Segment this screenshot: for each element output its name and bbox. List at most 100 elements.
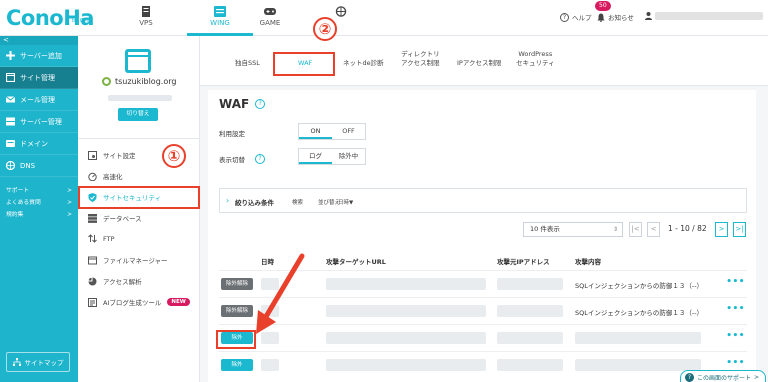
submenu-item-ai-blog-tool[interactable]: AIブログ生成ツール NEW: [88, 297, 190, 307]
page-support-button[interactable]: ? この画面のサポート >: [680, 370, 766, 382]
ftp-icon: [88, 234, 97, 243]
sidebar-item-dns[interactable]: DNS: [0, 155, 78, 177]
sitemap-icon: [12, 358, 21, 366]
submenu-item-database[interactable]: データベース: [88, 213, 142, 223]
chevron-right-icon: >: [67, 188, 72, 194]
url-blurred: [326, 278, 486, 290]
chevron-right-icon: >: [67, 212, 72, 218]
highlight-box-site-security: [78, 186, 200, 209]
setting-label: 利用設定: [219, 130, 245, 138]
dns-icon: [6, 161, 15, 170]
exclude-button[interactable]: 除外: [221, 359, 253, 371]
chevron-right-icon: >: [754, 373, 760, 381]
plus-icon: [6, 51, 15, 60]
settings-icon: [88, 150, 97, 160]
user-name-blurred[interactable]: [655, 12, 763, 20]
sidebar-item-site-management[interactable]: サイト管理: [0, 67, 78, 89]
tab-wordpress-security[interactable]: WordPress セキュリティ: [516, 50, 555, 68]
waf-on-off-toggle[interactable]: ON OFF: [298, 123, 366, 140]
filter-sort-label: 並び替え: [318, 200, 341, 206]
ip-blurred: [497, 332, 563, 344]
highlight-box-waf-tab: [273, 52, 335, 76]
url-blurred: [326, 359, 486, 371]
unexclude-button[interactable]: 除外解除: [221, 278, 253, 290]
sidebar-item-domain[interactable]: ドメイン: [0, 133, 78, 155]
pager-first-button[interactable]: |<: [629, 222, 642, 237]
sitemap-button[interactable]: サイトマップ: [6, 352, 70, 372]
pager-prev-button[interactable]: <: [647, 222, 660, 237]
logo-sub: by GMO: [72, 18, 92, 24]
content-blurred: [575, 359, 701, 371]
nav-tab-game[interactable]: GAME: [237, 0, 303, 36]
option-excluded[interactable]: 除外中: [332, 149, 365, 164]
ip-blurred: [497, 278, 563, 290]
notice-link[interactable]: お知らせ: [597, 12, 634, 22]
ip-blurred: [497, 305, 563, 317]
notice-count-badge: 50: [595, 1, 611, 11]
gamepad-icon: [264, 8, 276, 15]
status-dot-icon: [102, 77, 111, 86]
new-badge: NEW: [167, 298, 190, 306]
mail-icon: [6, 96, 15, 103]
filter-sort-value[interactable]: 日時▼: [338, 198, 353, 206]
per-page-select[interactable]: 10 件表示: [523, 222, 623, 237]
sidebar-item-mail-management[interactable]: メール管理: [0, 89, 78, 111]
site-subinfo-blurred: [108, 95, 172, 101]
tab-net-diagnosis[interactable]: ネットde診断: [343, 59, 384, 68]
url-blurred: [326, 332, 486, 344]
site-window-icon: [125, 49, 151, 73]
annotation-arrow: [256, 253, 305, 334]
sidebar-item-add-server[interactable]: サーバー追加: [0, 45, 78, 67]
filter-bar[interactable]: › 絞り込み条件 検索 並び替え 日時▼: [219, 188, 747, 213]
filter-search[interactable]: 検索: [292, 198, 303, 206]
ip-blurred: [497, 359, 563, 371]
more-icon[interactable]: •••: [726, 277, 745, 287]
nav-tab-vps[interactable]: VPS: [113, 0, 179, 36]
help-icon[interactable]: ?: [255, 99, 266, 109]
site-icon: [6, 73, 15, 82]
unexclude-button[interactable]: 除外解除: [221, 305, 253, 317]
submenu-item-speed[interactable]: 高速化: [88, 171, 123, 181]
bell-icon: [597, 13, 605, 22]
option-on[interactable]: ON: [299, 124, 332, 139]
analytics-icon: [88, 277, 97, 285]
date-blurred: [261, 359, 279, 371]
annotation-circle-1: ①: [162, 144, 186, 168]
sidebar-item-terms[interactable]: 規約集 >: [0, 209, 78, 221]
chevron-right-icon: >: [67, 200, 72, 206]
help-link[interactable]: ? ヘルプ: [560, 12, 592, 22]
more-icon[interactable]: •••: [726, 304, 745, 314]
content-blurred: [575, 332, 701, 344]
tab-ssl[interactable]: 独自SSL: [235, 59, 260, 68]
sidebar-item-faq[interactable]: よくある質問 >: [0, 197, 78, 209]
domain-icon: [6, 140, 15, 147]
more-icon[interactable]: •••: [726, 358, 745, 368]
ai-icon: [88, 297, 97, 307]
main-sidebar: < サーバー追加 サイト管理 メール管理 サーバー管理 ドメイン DNS サポー…: [0, 36, 78, 382]
submenu-item-analytics[interactable]: アクセス解析: [88, 276, 142, 286]
user-icon: [645, 12, 652, 20]
question-icon: ?: [560, 12, 569, 22]
submenu-item-site-settings[interactable]: サイト設定: [88, 150, 136, 160]
tab-ip-access[interactable]: IPアクセス制限: [457, 59, 502, 68]
database-icon: [88, 213, 97, 223]
sidebar-collapse-toggle[interactable]: <: [0, 36, 78, 45]
switch-site-button[interactable]: 切り替え: [118, 108, 158, 121]
sidebar-item-support[interactable]: サポート >: [0, 185, 78, 197]
table-row: 除外 •••: [219, 351, 747, 378]
pager-next-button[interactable]: >: [715, 222, 728, 237]
option-off[interactable]: OFF: [332, 124, 365, 139]
more-icon[interactable]: •••: [726, 331, 745, 341]
sidebar-item-server-management[interactable]: サーバー管理: [0, 111, 78, 133]
submenu-item-file-manager[interactable]: ファイルマネージャー: [88, 255, 168, 265]
tab-directory-access[interactable]: ディレクトリ アクセス制限: [401, 50, 440, 68]
option-log[interactable]: ログ: [299, 149, 332, 164]
view-toggle[interactable]: ログ 除外中: [298, 148, 366, 165]
submenu-item-ftp[interactable]: FTP: [88, 234, 115, 243]
page-title: WAF ?: [219, 97, 266, 111]
help-icon[interactable]: ?: [255, 154, 265, 164]
pager-last-button[interactable]: >|: [733, 222, 746, 237]
site-submenu: tsuzukiblog.org 切り替え サイト設定 高速化 サイトセキュリティ…: [78, 36, 200, 382]
wing-icon: [214, 6, 226, 17]
annotation-circle-2: ②: [313, 17, 337, 41]
